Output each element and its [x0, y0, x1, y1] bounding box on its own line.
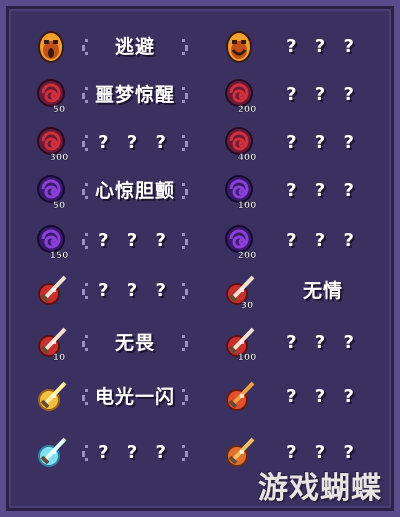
achievement-entry[interactable]: 200 ? ? ? — [210, 216, 380, 266]
bracket-right — [182, 233, 188, 249]
achievement-row: 50 心惊胆颤 100 ? ? ? — [22, 166, 382, 216]
purple-swirl-orb-150-icon: 150 — [32, 222, 70, 261]
achievement-row: 逃避 ? ? ? — [22, 22, 382, 72]
red-swirl-orb-200-icon: 200 — [220, 76, 258, 115]
achievement-row: 电光一闪 ? ? ? — [22, 372, 382, 422]
bracket-right — [182, 183, 188, 199]
achievement-entry[interactable]: ? ? ? — [210, 372, 380, 422]
achievement-row: 150 ? ? ? 200 ? ? ? — [22, 216, 382, 266]
achievement-row: 300 ? ? ? 400 ? ? ? — [22, 118, 382, 168]
gold-mask-smiling-icon — [220, 28, 258, 66]
icon-badge: 200 — [238, 105, 257, 114]
bracket-right — [182, 39, 188, 55]
purple-swirl-orb-100-icon: 100 — [220, 172, 258, 211]
red-dagger-orb-30-icon: 30 — [220, 272, 258, 311]
achievement-name: ? ? ? — [286, 230, 360, 251]
red-dagger-orb-100-icon: 100 — [220, 324, 258, 363]
achievement-row: ? ? ? 30 无情 — [22, 266, 382, 316]
bracket-right — [182, 335, 188, 351]
achievement-entry[interactable]: 逃避 — [22, 22, 192, 72]
bracket-right — [182, 87, 188, 103]
achievement-name: ? ? ? — [98, 442, 172, 463]
red-swirl-orb-300-icon: 300 — [32, 124, 70, 163]
bracket-right — [182, 445, 188, 461]
achievement-name: 逃避 — [114, 36, 155, 58]
achievement-name: ? ? ? — [286, 84, 360, 105]
achievement-entry[interactable]: ? ? ? — [210, 22, 380, 72]
achievement-name: ? ? ? — [98, 230, 172, 251]
achievement-entry[interactable]: ? ? ? — [22, 266, 192, 316]
purple-swirl-orb-50-icon: 50 — [32, 172, 70, 211]
achievement-entry[interactable]: 200 ? ? ? — [210, 70, 380, 120]
bracket-right — [182, 389, 188, 405]
achievement-name: ? ? ? — [286, 132, 360, 153]
orange-fire-dagger-icon — [220, 434, 258, 472]
icon-badge: 100 — [238, 353, 257, 362]
achievement-name: ? ? ? — [286, 386, 360, 407]
achievement-entry[interactable]: 电光一闪 — [22, 372, 192, 422]
icon-badge: 150 — [50, 251, 69, 260]
achievement-entry[interactable]: 50 噩梦惊醒 — [22, 70, 192, 120]
icon-badge: 10 — [53, 353, 66, 362]
ice-crystal-dagger-icon — [32, 434, 70, 472]
purple-swirl-orb-200-icon: 200 — [220, 222, 258, 261]
icon-badge: 30 — [241, 301, 254, 310]
achievement-entry[interactable]: 400 ? ? ? — [210, 118, 380, 168]
gold-lightning-dagger-icon — [32, 378, 70, 416]
fire-dagger-icon — [220, 378, 258, 416]
gold-mask-icon — [32, 28, 70, 66]
achievement-entry[interactable]: 100 ? ? ? — [210, 166, 380, 216]
icon-badge: 200 — [238, 251, 257, 260]
red-swirl-orb-400-icon: 400 — [220, 124, 258, 163]
achievement-name: ? ? ? — [286, 332, 360, 353]
achievement-name: 无畏 — [114, 332, 155, 354]
icon-badge: 100 — [238, 201, 257, 210]
achievement-name: ? ? ? — [98, 280, 172, 301]
achievement-name: 心惊胆颤 — [94, 180, 175, 202]
achievement-name: 电光一闪 — [94, 386, 175, 408]
icon-badge: 50 — [53, 105, 66, 114]
achievement-entry[interactable]: 300 ? ? ? — [22, 118, 192, 168]
achievement-name: 无情 — [302, 280, 343, 302]
icon-badge: 300 — [50, 153, 69, 162]
achievement-entry[interactable]: 10 无畏 — [22, 318, 192, 368]
icon-badge: 400 — [238, 153, 257, 162]
achievement-row: 50 噩梦惊醒 200 ? ? ? — [22, 70, 382, 120]
achievement-name: ? ? ? — [286, 36, 360, 57]
red-dagger-orb-10-icon: 10 — [32, 324, 70, 363]
watermark: 游戏蝴蝶 — [258, 471, 382, 506]
achievement-name: ? ? ? — [286, 180, 360, 201]
achievement-entry[interactable]: 150 ? ? ? — [22, 216, 192, 266]
achievement-entry[interactable]: 100 ? ? ? — [210, 318, 380, 368]
achievement-entry[interactable]: 50 心惊胆颤 — [22, 166, 192, 216]
achievement-name: ? ? ? — [98, 132, 172, 153]
bracket-right — [182, 135, 188, 151]
achievement-entry[interactable]: 30 无情 — [210, 266, 380, 316]
achievement-row: 10 无畏 100 ? ? ? — [22, 318, 382, 368]
achievement-name: 噩梦惊醒 — [94, 84, 175, 106]
icon-badge: 50 — [53, 201, 66, 210]
red-swirl-orb-50-icon: 50 — [32, 76, 70, 115]
achievement-entry[interactable]: ? ? ? — [22, 428, 192, 478]
red-dagger-orb-icon — [32, 272, 70, 310]
bracket-right — [182, 283, 188, 299]
